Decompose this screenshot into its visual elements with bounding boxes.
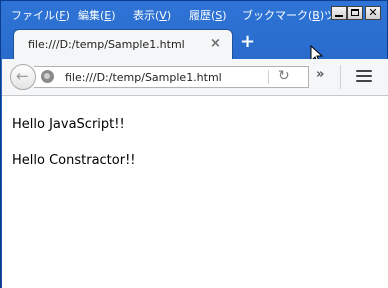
tab-strip: file:///D:/temp/Sample1.html × + [2,27,388,65]
maximize-icon [351,9,359,16]
close-window-button[interactable]: ✕ [365,6,381,20]
url-divider [268,70,269,84]
minimize-button[interactable] [331,6,347,20]
hamburger-menu-icon[interactable] [356,70,372,85]
toolbar-divider [340,65,341,89]
page-content: Hello JavaScript!! Hello Constractor!! [2,96,388,288]
menu-bar: ファイル(F) 編集(E) 表示(V) 履歴(S) ブックマーク(B) ツ ✕ [2,2,388,26]
menu-file[interactable]: ファイル(F) [11,7,70,23]
url-input[interactable]: file:///D:/temp/Sample1.html [65,71,222,84]
back-arrow-icon: ← [16,67,29,85]
reload-icon[interactable]: ↻ [278,68,290,84]
minimize-icon [335,15,343,17]
browser-window: ファイル(F) 編集(E) 表示(V) 履歴(S) ブックマーク(B) ツ ✕ … [0,0,388,288]
menu-bookmarks[interactable]: ブックマーク(B) [242,7,324,23]
url-bar[interactable]: file:///D:/temp/Sample1.html ↻ [34,66,309,88]
globe-icon [41,70,54,83]
overflow-chevron-icon[interactable]: » [316,67,324,82]
tab-title: file:///D:/temp/Sample1.html [28,38,185,51]
navigation-toolbar: file:///D:/temp/Sample1.html ↻ ← » [2,59,388,96]
tab-sample1[interactable]: file:///D:/temp/Sample1.html × [14,30,232,59]
tab-close-icon[interactable]: × [210,36,221,51]
menu-edit[interactable]: 編集(E) [78,7,116,23]
menu-view[interactable]: 表示(V) [133,7,171,23]
content-line: Hello JavaScript!! [12,117,125,132]
back-button[interactable]: ← [10,64,36,90]
menu-history[interactable]: 履歴(S) [189,7,227,23]
content-line: Hello Constractor!! [12,153,136,168]
close-icon: ✕ [368,6,378,19]
new-tab-icon[interactable]: + [240,31,255,52]
maximize-button[interactable] [347,6,363,20]
